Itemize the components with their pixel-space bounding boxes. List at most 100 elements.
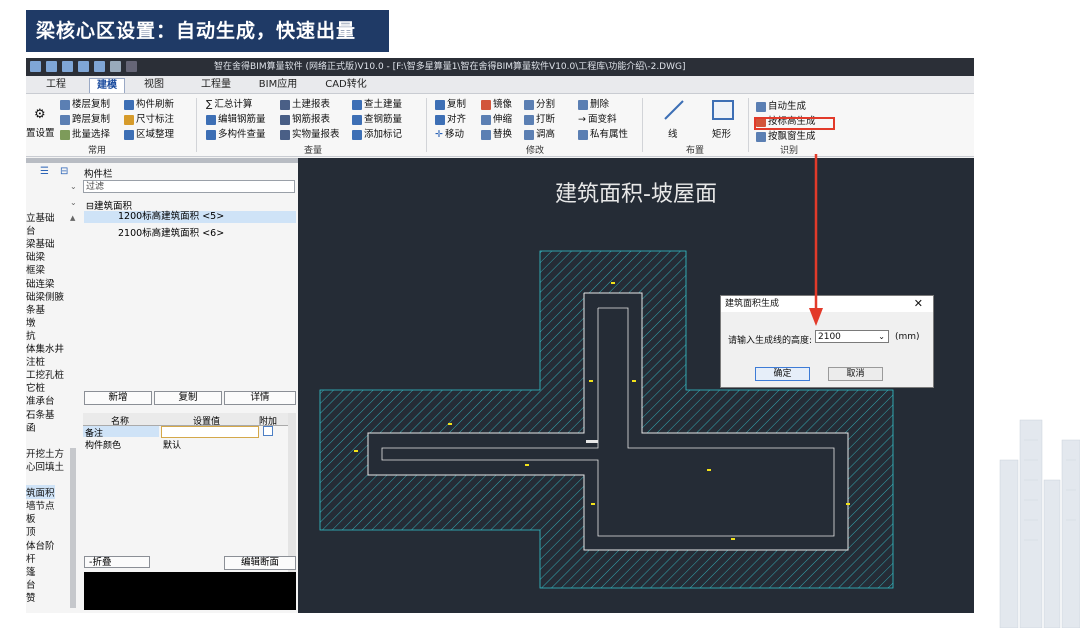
chevron-down-icon[interactable]: ⌄: [70, 198, 77, 207]
category-item[interactable]: 注桩: [26, 354, 45, 368]
category-item[interactable]: 开挖土方: [26, 446, 64, 460]
adjust-height-button[interactable]: 调高: [524, 128, 555, 141]
tab-quantity[interactable]: 工程量: [196, 78, 236, 92]
export-icon[interactable]: [94, 61, 105, 72]
close-icon[interactable]: ✕: [914, 296, 923, 312]
category-item[interactable]: 台: [26, 577, 36, 591]
category-item[interactable]: 础梁: [26, 249, 45, 263]
category-item[interactable]: 板: [26, 511, 36, 525]
ok-button[interactable]: 确定: [755, 367, 810, 381]
category-item[interactable]: 墩: [26, 315, 36, 329]
category-item[interactable]: 准承台: [26, 393, 55, 407]
filter-input[interactable]: 过滤: [83, 180, 295, 193]
undo-icon[interactable]: [110, 61, 121, 72]
dimension-button[interactable]: 尺寸标注: [124, 113, 174, 126]
category-item[interactable]: 函: [26, 420, 36, 434]
category-item[interactable]: 础连梁: [26, 276, 55, 290]
height-select[interactable]: 2100 ⌄: [815, 330, 889, 343]
save-icon[interactable]: [62, 61, 73, 72]
break-button[interactable]: 打断: [524, 113, 555, 126]
category-scrollbar[interactable]: [70, 448, 76, 608]
auto-generate-button[interactable]: 自动生成: [756, 100, 806, 113]
floor-copy-button[interactable]: 楼层复制: [60, 98, 110, 111]
summary-calc-button[interactable]: ∑ 汇总计算: [206, 98, 252, 111]
prop-value-input[interactable]: [161, 426, 259, 438]
line-button[interactable]: 线: [668, 128, 678, 141]
category-item[interactable]: 立基础: [26, 210, 55, 224]
stretch-button[interactable]: 伸缩: [481, 113, 512, 126]
floor-setting-button[interactable]: 置设置: [26, 127, 55, 140]
add-mark-button[interactable]: 添加标记: [352, 128, 402, 141]
prop-extra-checkbox[interactable]: [263, 426, 273, 436]
category-item[interactable]: 础梁侧腋: [26, 289, 64, 303]
list-view-icon[interactable]: ☰: [40, 166, 49, 177]
category-item[interactable]: 台: [26, 223, 36, 237]
rectangle-draw-icon[interactable]: [710, 98, 736, 122]
edit-section-button[interactable]: 编辑断面: [224, 556, 296, 570]
slope-face-button[interactable]: → 面变斜: [578, 113, 616, 126]
category-item[interactable]: 赞: [26, 590, 36, 604]
cross-floor-copy-button[interactable]: 跨层复制: [60, 113, 110, 126]
rectangle-button[interactable]: 矩形: [712, 128, 731, 141]
category-item[interactable]: 框梁: [26, 262, 45, 276]
prop-value[interactable]: 默认: [163, 438, 181, 451]
new-file-icon[interactable]: [30, 61, 41, 72]
panel-splitter[interactable]: [26, 158, 298, 163]
physical-report-button[interactable]: 实物量报表: [280, 128, 340, 141]
split-button[interactable]: 分割: [524, 98, 555, 111]
tree-view-icon[interactable]: ⊟: [60, 166, 68, 177]
category-item[interactable]: 筑面积: [26, 485, 55, 500]
tab-modeling[interactable]: 建模: [89, 78, 125, 93]
open-file-icon[interactable]: [46, 61, 57, 72]
check-rebar-button[interactable]: 查钢筋量: [352, 113, 402, 126]
category-item[interactable]: 顶: [26, 524, 36, 538]
tab-cad[interactable]: CAD转化: [324, 78, 368, 92]
add-new-button[interactable]: 新增: [84, 391, 152, 405]
batch-select-button[interactable]: 批量选择: [60, 128, 110, 141]
tab-view[interactable]: 视图: [140, 78, 168, 92]
tree-item[interactable]: 2100标高建筑面积 <6>: [118, 225, 224, 239]
category-item[interactable]: 它桩: [26, 380, 45, 394]
generate-by-bay-window-button[interactable]: 按飘窗生成: [756, 130, 816, 143]
refresh-component-button[interactable]: 构件刷新: [124, 98, 174, 111]
line-draw-icon[interactable]: [662, 98, 686, 122]
edit-rebar-button[interactable]: 编辑钢筋量: [206, 113, 266, 126]
move-button[interactable]: ✛ 移动: [435, 128, 464, 141]
check-civil-button[interactable]: 查土建量: [352, 98, 402, 111]
category-item[interactable]: 条基: [26, 302, 45, 316]
category-item[interactable]: 抗: [26, 328, 36, 342]
cancel-button[interactable]: 取消: [828, 367, 883, 381]
mirror-button[interactable]: 镜像: [481, 98, 512, 111]
print-icon[interactable]: [78, 61, 89, 72]
multi-query-button[interactable]: 多构件查量: [206, 128, 266, 141]
delete-button[interactable]: 删除: [578, 98, 609, 111]
category-item[interactable]: 梁基础: [26, 236, 55, 250]
collapse-button[interactable]: -折叠: [84, 556, 150, 568]
gear-icon[interactable]: ⚙: [34, 108, 46, 121]
tree-root[interactable]: ⊟建筑面积: [86, 198, 132, 212]
chevron-down-icon[interactable]: ⌄: [878, 330, 885, 343]
category-item[interactable]: 墙节点: [26, 498, 55, 512]
redo-icon[interactable]: [126, 61, 137, 72]
category-item[interactable]: 工挖孔桩: [26, 367, 64, 381]
scroll-up-icon[interactable]: ▲: [70, 214, 75, 222]
copy-button[interactable]: 复制: [435, 98, 466, 111]
tree-item-selected[interactable]: 1200标高建筑面积 <5>: [84, 211, 296, 223]
category-item[interactable]: 石条基: [26, 407, 55, 421]
category-item[interactable]: 篷: [26, 564, 36, 578]
category-item[interactable]: 体台阶: [26, 538, 55, 552]
area-cleanup-button[interactable]: 区域整理: [124, 128, 174, 141]
tab-project[interactable]: 工程: [42, 78, 70, 92]
category-item[interactable]: 体集水井: [26, 341, 64, 355]
replace-button[interactable]: 替换: [481, 128, 512, 141]
chevron-down-icon[interactable]: ⌄: [70, 182, 77, 191]
category-item[interactable]: 心回填土: [26, 459, 64, 473]
civil-report-button[interactable]: 土建报表: [280, 98, 330, 111]
copy-component-button[interactable]: 复制: [154, 391, 222, 405]
category-item[interactable]: 杆: [26, 551, 36, 565]
details-button[interactable]: 详情: [224, 391, 296, 405]
private-props-button[interactable]: 私有属性: [578, 128, 628, 141]
rebar-report-button[interactable]: 钢筋报表: [280, 113, 330, 126]
tab-bim[interactable]: BIM应用: [258, 78, 298, 92]
align-button[interactable]: 对齐: [435, 113, 466, 126]
